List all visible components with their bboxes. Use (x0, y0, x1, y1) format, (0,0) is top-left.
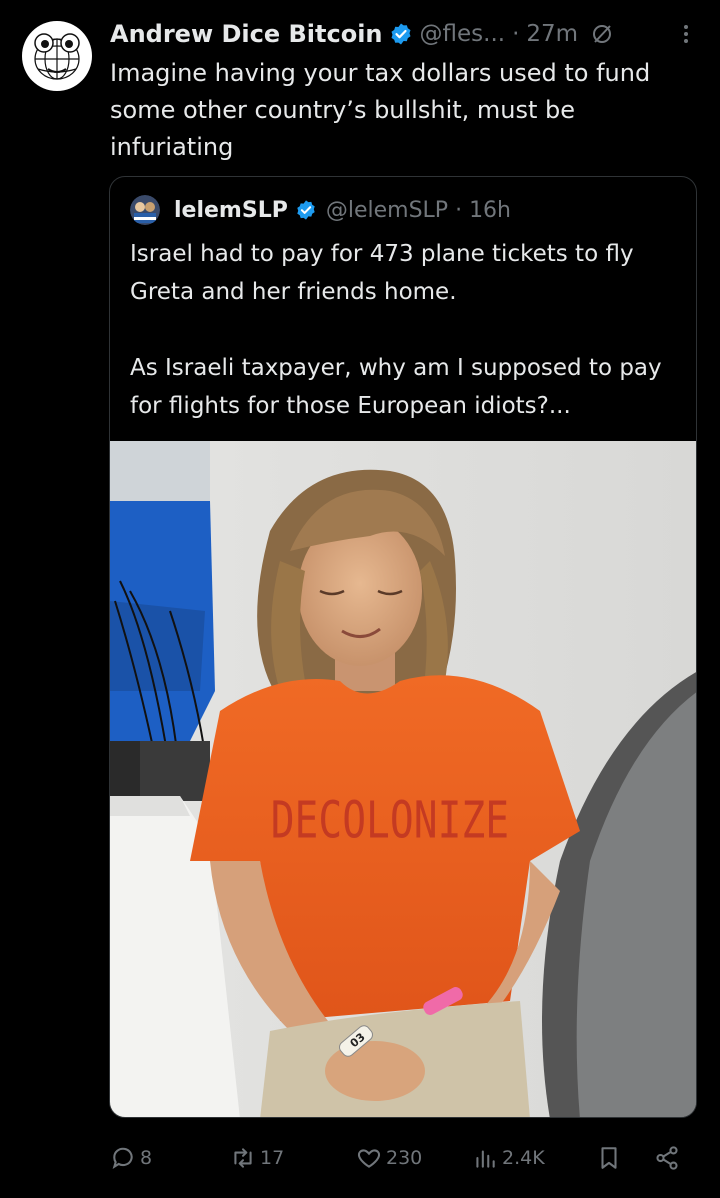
share-icon (656, 1146, 678, 1170)
quoted-tweet-text: Israel had to pay for 473 plane tickets … (130, 235, 685, 425)
reply-count: 8 (140, 1147, 153, 1169)
views-chart-icon (476, 1150, 495, 1168)
quoted-tweet-photo[interactable]: 03 DECOLONIZE (110, 441, 696, 1117)
separator-dot: · (512, 21, 520, 47)
quoted-tweet-header: lelemSLP @lelemSLP · 16h (130, 191, 511, 229)
separator-dot: · (455, 197, 463, 223)
tweet-timestamp[interactable]: 27m (526, 21, 578, 47)
verified-badge-icon (391, 23, 411, 45)
reply-icon (112, 1147, 133, 1169)
view-count: 2.4K (502, 1147, 545, 1169)
reply-button[interactable]: 8 (110, 1138, 152, 1178)
quoted-tweet[interactable]: lelemSLP @lelemSLP · 16h Israel had to p… (109, 176, 697, 1118)
verified-badge-icon (297, 200, 315, 220)
author-handle[interactable]: @fles... (420, 21, 506, 47)
tweet-action-bar: 8 17 230 2.4K (110, 1138, 700, 1178)
quoted-paragraph: Israel had to pay for 473 plane tickets … (130, 241, 634, 305)
repost-button[interactable]: 17 (230, 1138, 284, 1178)
author-name[interactable]: Andrew Dice Bitcoin (110, 20, 383, 48)
quoted-author-handle: @lelemSLP (325, 197, 449, 223)
tweet-header: Andrew Dice Bitcoin @fles... · 27m (110, 14, 614, 54)
bookmark-button[interactable] (596, 1138, 626, 1178)
quoted-tweet-timestamp: 16h (469, 197, 511, 223)
share-button[interactable] (654, 1138, 684, 1178)
author-avatar[interactable] (22, 21, 92, 91)
quoted-author-avatar[interactable] (130, 195, 160, 225)
quoted-paragraph: As Israeli taxpayer, why am I supposed t… (130, 355, 662, 419)
quoted-author-name: lelemSLP (174, 197, 288, 223)
repost-icon (234, 1148, 252, 1168)
shirt-print-text: DECOLONIZE (271, 791, 509, 850)
like-count: 230 (386, 1147, 423, 1169)
repost-count: 17 (260, 1147, 285, 1169)
heart-icon (357, 1149, 381, 1168)
grok-icon[interactable] (590, 22, 614, 46)
bookmark-icon (601, 1147, 617, 1169)
more-options-icon[interactable] (676, 22, 696, 46)
tweet-text: Imagine having your tax dollars used to … (110, 59, 651, 161)
views-button[interactable]: 2.4K (472, 1138, 545, 1178)
like-button[interactable]: 230 (356, 1138, 422, 1178)
